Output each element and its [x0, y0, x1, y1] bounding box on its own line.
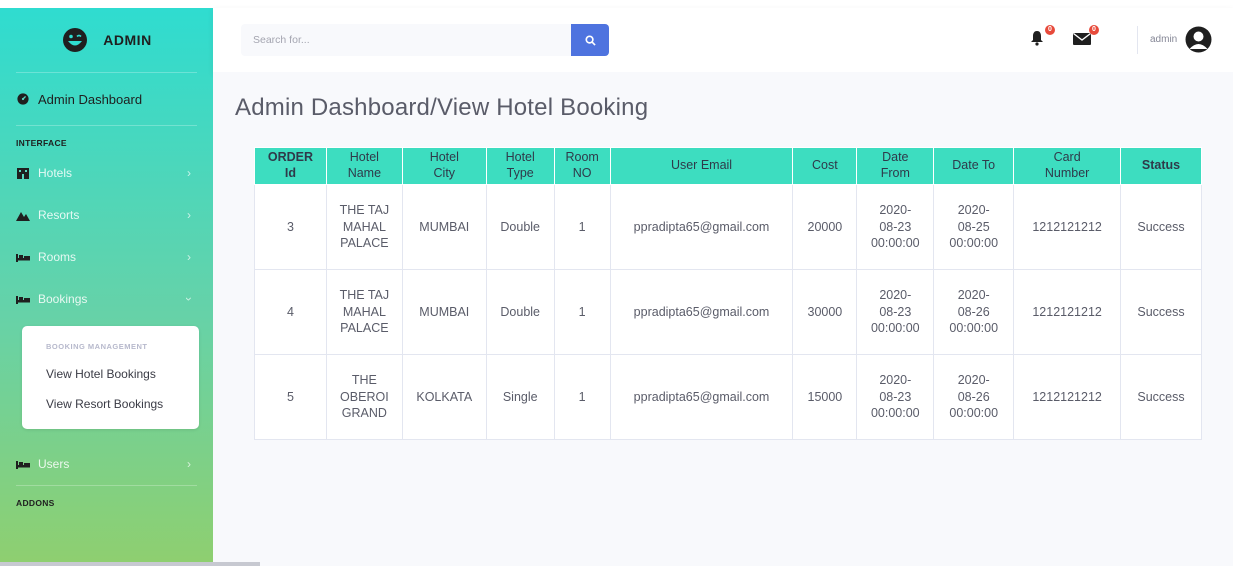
sidebar-item-label: Resorts	[38, 208, 80, 222]
resort-icon	[16, 212, 30, 221]
column-header[interactable]: User Email	[609, 147, 794, 185]
cell-cost: 15000	[792, 354, 858, 440]
cell-hotel-city: MUMBAI	[401, 184, 487, 270]
column-header[interactable]: ORDER Id	[254, 147, 327, 185]
cell-status: Success	[1120, 354, 1202, 440]
search-input[interactable]	[241, 24, 571, 56]
cell-hotel-name: THE OBEROI GRAND	[325, 354, 403, 440]
search-icon	[584, 34, 596, 46]
chevron-right-icon: ›	[187, 208, 191, 222]
cell-date-to: 2020- 08-26 00:00:00	[933, 354, 1015, 440]
bed-icon	[16, 254, 30, 262]
cell-date-to: 2020- 08-26 00:00:00	[933, 269, 1015, 355]
cell-room-no: 1	[553, 269, 611, 355]
chevron-right-icon: ›	[187, 166, 191, 180]
sidebar-item-label: Bookings	[38, 292, 88, 306]
column-header[interactable]: Room NO	[553, 147, 611, 185]
submenu-item-view-resort-bookings[interactable]: View Resort Bookings	[22, 389, 199, 419]
laugh-wink-icon	[63, 28, 88, 52]
alerts-counter-badge: 0	[1045, 25, 1055, 35]
chevron-down-icon: ›	[182, 297, 196, 301]
cell-hotel-type: Double	[485, 184, 555, 270]
bookings-submenu: BOOKING MANAGEMENT View Hotel Bookings V…	[22, 326, 199, 429]
cell-date-from: 2020- 08-23 00:00:00	[856, 354, 935, 440]
sidebar-item-bookings[interactable]: Bookings ›	[0, 278, 213, 320]
sidebar-item-users[interactable]: Users ›	[0, 443, 213, 485]
hotel-bookings-table: ORDER Id Hotel Name Hotel City Hotel Type Ro…	[254, 147, 1202, 440]
cell-hotel-city: KOLKATA	[401, 354, 487, 440]
topbar-divider	[1137, 26, 1138, 54]
search-form	[241, 24, 609, 56]
tachometer-icon	[17, 93, 29, 105]
column-header[interactable]: Hotel Type	[485, 147, 555, 185]
sidebar-item-dashboard[interactable]: Admin Dashboard	[0, 73, 213, 125]
column-header[interactable]: Date To	[933, 147, 1015, 185]
cell-user-email: ppradipta65@gmail.com	[609, 269, 794, 355]
sidebar-heading-interface: INTERFACE	[16, 138, 67, 148]
search-button[interactable]	[571, 24, 609, 56]
horizontal-scrollbar[interactable]	[0, 562, 260, 566]
main-content: Admin Dashboard/View Hotel Booking ORDER…	[213, 72, 1233, 566]
chevron-right-icon: ›	[187, 250, 191, 264]
sidebar-item-label: Admin Dashboard	[38, 91, 143, 107]
cell-date-from: 2020- 08-23 00:00:00	[856, 269, 935, 355]
cell-order-id: 3	[254, 184, 327, 270]
table-row[interactable]: 5 THE OBEROI GRAND KOLKATA Single 1 ppradi…	[254, 354, 1202, 440]
table-row[interactable]: 3 THE TAJ MAHAL PALACE MUMBAI Double 1 ppr…	[254, 184, 1202, 270]
cell-room-no: 1	[553, 184, 611, 270]
column-header[interactable]: Card Number	[1013, 147, 1122, 185]
brand-name: ADMIN	[103, 32, 152, 48]
cell-card-number: 1212121212	[1013, 354, 1122, 440]
table-row[interactable]: 4 THE TAJ MAHAL PALACE MUMBAI Double 1 ppr…	[254, 269, 1202, 355]
submenu-item-view-hotel-bookings[interactable]: View Hotel Bookings	[22, 359, 199, 389]
sidebar: ADMIN Admin Dashboard INTERFACE Hotels ›…	[0, 8, 213, 566]
messages-dropdown[interactable]: 0	[1073, 25, 1099, 48]
cell-card-number: 1212121212	[1013, 184, 1122, 270]
column-header[interactable]: Hotel City	[401, 147, 487, 185]
cell-cost: 20000	[792, 184, 858, 270]
user-name[interactable]: admin	[1150, 34, 1177, 45]
cell-order-id: 5	[254, 354, 327, 440]
cell-cost: 30000	[792, 269, 858, 355]
sidebar-item-label: Users	[38, 457, 70, 471]
sidebar-item-label: Hotels	[38, 166, 73, 180]
column-header[interactable]: Cost	[792, 147, 858, 185]
cell-hotel-type: Single	[485, 354, 555, 440]
chevron-right-icon: ›	[187, 457, 191, 471]
column-header[interactable]: Status	[1120, 147, 1202, 185]
column-header[interactable]: Hotel Name	[325, 147, 403, 185]
bell-icon	[1031, 31, 1043, 46]
cell-hotel-name: THE TAJ MAHAL PALACE	[325, 269, 403, 355]
user-avatar-icon[interactable]	[1185, 26, 1212, 53]
table-header-row: ORDER Id Hotel Name Hotel City Hotel Type Ro…	[254, 147, 1202, 185]
cell-user-email: ppradipta65@gmail.com	[609, 354, 794, 440]
cell-card-number: 1212121212	[1013, 269, 1122, 355]
cell-date-to: 2020- 08-25 00:00:00	[933, 184, 1015, 270]
cell-status: Success	[1120, 269, 1202, 355]
cell-order-id: 4	[254, 269, 327, 355]
bed-icon	[16, 296, 30, 304]
sidebar-item-resorts[interactable]: Resorts ›	[0, 194, 213, 236]
alerts-dropdown[interactable]: 0	[1029, 25, 1055, 48]
topbar: 0 0 admin	[213, 8, 1233, 72]
messages-counter-badge: 0	[1089, 25, 1099, 35]
sidebar-item-label: Rooms	[38, 250, 77, 264]
cell-hotel-type: Double	[485, 269, 555, 355]
column-header[interactable]: Date From	[856, 147, 935, 185]
cell-status: Success	[1120, 184, 1202, 270]
cell-date-from: 2020- 08-23 00:00:00	[856, 184, 935, 270]
envelope-icon	[1073, 32, 1091, 45]
sidebar-item-rooms[interactable]: Rooms ›	[0, 236, 213, 278]
hotel-icon	[17, 168, 29, 179]
brand[interactable]: ADMIN	[0, 8, 213, 72]
bed-icon	[16, 461, 30, 469]
cell-hotel-name: THE TAJ MAHAL PALACE	[325, 184, 403, 270]
cell-user-email: ppradipta65@gmail.com	[609, 184, 794, 270]
sidebar-item-hotels[interactable]: Hotels ›	[0, 152, 213, 194]
cell-room-no: 1	[553, 354, 611, 440]
submenu-header: BOOKING MANAGEMENT	[46, 342, 148, 351]
page-title: Admin Dashboard/View Hotel Booking	[235, 94, 649, 121]
cell-hotel-city: MUMBAI	[401, 269, 487, 355]
sidebar-heading-addons: ADDONS	[16, 498, 55, 508]
